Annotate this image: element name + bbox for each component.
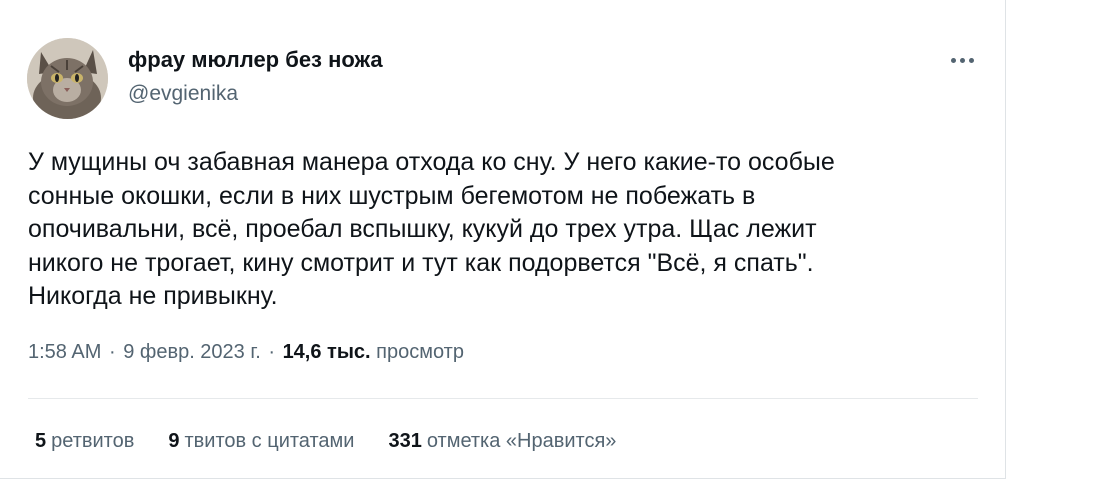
likes-label: отметка «Нравится» <box>426 430 617 452</box>
retweets-count: 5 <box>35 430 47 452</box>
more-options-icon <box>968 57 974 63</box>
meta-separator: · <box>108 341 116 363</box>
likes-stat[interactable]: 331 отметка «Нравится» <box>388 430 616 453</box>
author-handle[interactable]: @evgienika <box>128 82 238 106</box>
views-count: 14,6 тыс. <box>282 341 371 363</box>
tweet-text-line: Никогда не привыкну. <box>28 282 278 310</box>
tweet-text: У мущины оч забавная манера отхода ко сн… <box>28 146 968 314</box>
more-options-button[interactable] <box>944 46 980 74</box>
tweet-meta: 1:58 AM · 9 февр. 2023 г. · 14,6 тыс. пр… <box>28 341 464 364</box>
quotes-stat[interactable]: 9 твитов с цитатами <box>168 430 354 453</box>
tweet-card: фрау мюллер без ножа @evgienika У мущины… <box>0 0 1006 479</box>
tweet-text-line: опочивальни, всё, проебал вспышку, кукуй… <box>28 215 817 243</box>
quotes-label: твитов с цитатами <box>184 430 355 452</box>
meta-separator: · <box>268 341 275 363</box>
more-options-icon <box>950 57 956 63</box>
quotes-count: 9 <box>168 430 180 452</box>
views-label: просмотр <box>376 341 464 363</box>
author-display-name[interactable]: фрау мюллер без ножа <box>128 47 383 73</box>
tweet-text-line: никого не трогает, кину смотрит и тут ка… <box>28 248 814 277</box>
retweets-label: ретвитов <box>51 430 135 452</box>
tweet-text-line: У мущины оч забавная манера отхода ко сн… <box>28 148 835 176</box>
likes-count: 331 <box>388 430 422 452</box>
tweet-text-line: сонные окошки, если в них шустрым бегемо… <box>28 181 756 210</box>
tweet-stats: 5 ретвитов 9 твитов с цитатами 331 отметка … <box>35 430 616 453</box>
retweets-stat[interactable]: 5 ретвитов <box>35 430 134 453</box>
tweet-date[interactable]: 9 февр. 2023 г. <box>123 341 261 363</box>
divider <box>28 398 978 399</box>
avatar[interactable] <box>27 38 108 119</box>
more-options-icon <box>959 57 965 63</box>
tweet-time[interactable]: 1:58 AM <box>28 341 101 363</box>
cat-avatar-image <box>27 38 108 119</box>
